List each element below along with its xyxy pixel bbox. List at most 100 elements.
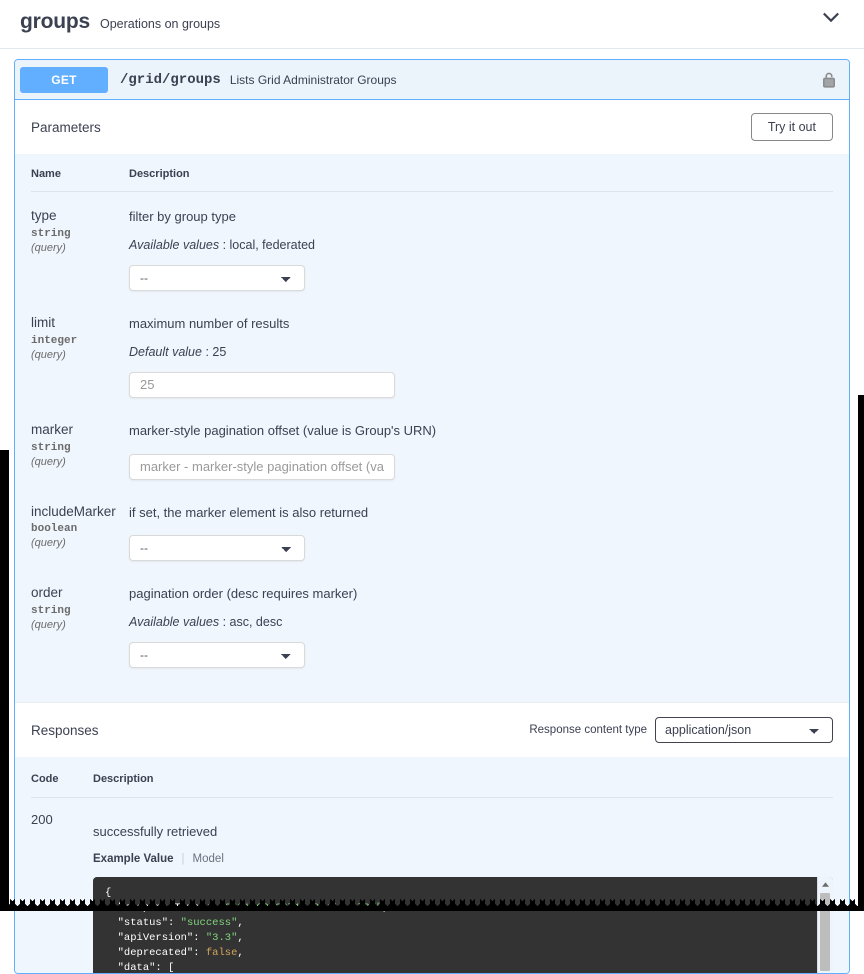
parameters-table: Name Description type string (query) fil…	[31, 154, 833, 676]
parameter-meta: Available values : local, federated	[129, 238, 833, 252]
operation-summary[interactable]: GET /grid/groups Lists Grid Administrato…	[15, 60, 849, 100]
parameter-location: (query)	[31, 537, 129, 549]
parameter-control: --	[129, 535, 833, 561]
parameter-select-order[interactable]: --	[129, 642, 305, 668]
code-block-scrollbar[interactable]	[817, 877, 833, 973]
parameter-meta-value: asc, desc	[230, 615, 283, 629]
parameters-header: Parameters Try it out	[15, 100, 849, 154]
parameter-meta-label: Available values	[129, 615, 219, 629]
parameter-select-includemarker[interactable]: --	[129, 535, 305, 561]
parameters-table-wrapper: Name Description type string (query) fil…	[15, 154, 849, 702]
parameter-name-cell: includeMarker boolean (query)	[31, 488, 129, 570]
torn-edge-left	[0, 450, 9, 911]
parameter-name: order	[31, 585, 129, 602]
parameter-description: if set, the marker element is also retur…	[129, 504, 833, 523]
parameter-input-marker[interactable]	[129, 454, 395, 480]
parameter-location: (query)	[31, 242, 129, 254]
parameter-description: pagination order (desc requires marker)	[129, 585, 833, 604]
parameter-meta-value: 25	[212, 345, 226, 359]
responses-header: Responses Response content type applicat…	[15, 702, 849, 757]
json-value-deprecated: false	[206, 947, 238, 959]
try-it-out-button[interactable]: Try it out	[751, 113, 833, 141]
response-code: 200	[31, 812, 93, 827]
parameter-control	[129, 372, 833, 398]
responses-title: Responses	[31, 723, 99, 738]
response-description: successfully retrieved	[93, 824, 833, 839]
swagger-page: groups Operations on groups GET /grid/gr…	[0, 0, 864, 911]
parameter-control	[129, 454, 833, 480]
parameter-location: (query)	[31, 619, 129, 631]
json-value-apiversion: "3.3"	[206, 932, 238, 944]
parameter-name: includeMarker	[31, 504, 129, 521]
parameters-table-header-row: Name Description	[31, 154, 833, 192]
example-model-tabs: Example Value | Model	[93, 853, 833, 865]
parameter-meta-separator: :	[219, 238, 229, 252]
responses-table-header-row: Code Description	[31, 757, 833, 798]
parameter-name: limit	[31, 315, 129, 332]
parameter-name-cell: order string (query)	[31, 569, 129, 676]
parameter-meta: Default value : 25	[129, 345, 833, 359]
parameter-name: type	[31, 208, 129, 225]
parameter-description: maximum number of results	[129, 315, 833, 334]
response-content-type-group: Response content type application/json	[529, 717, 833, 743]
parameter-type: string	[31, 605, 129, 617]
tab-divider: |	[182, 853, 185, 865]
parameter-row-order: order string (query) pagination order (d…	[31, 569, 833, 676]
responses-table-wrapper: Code Description 200 successfully retrie…	[15, 757, 849, 973]
http-method-badge: GET	[20, 67, 108, 93]
parameter-meta-label: Default value	[129, 345, 202, 359]
parameter-type: string	[31, 442, 129, 454]
operation-description: Lists Grid Administrator Groups	[230, 73, 397, 87]
parameter-meta: Available values : asc, desc	[129, 615, 833, 629]
tag-header[interactable]: groups Operations on groups	[0, 0, 864, 49]
example-response-json: { "responseTime": "2021-03-29T14:22:19.6…	[93, 877, 833, 973]
parameter-type: string	[31, 228, 129, 240]
parameter-name: marker	[31, 422, 129, 439]
column-header-description: Description	[129, 154, 833, 192]
responses-table: Code Description 200 successfully retrie…	[31, 757, 833, 973]
chevron-down-icon[interactable]	[820, 6, 842, 28]
parameter-type: integer	[31, 335, 129, 347]
parameter-location: (query)	[31, 456, 129, 468]
lock-icon[interactable]	[821, 71, 837, 89]
parameter-description-cell: marker-style pagination offset (value is…	[129, 406, 833, 488]
response-content-type-select[interactable]: application/json	[655, 717, 833, 743]
parameter-name-cell: limit integer (query)	[31, 299, 129, 406]
torn-edge-bottom	[0, 897, 864, 911]
parameter-name-cell: type string (query)	[31, 192, 129, 299]
parameters-title: Parameters	[31, 120, 101, 135]
parameter-meta-label: Available values	[129, 238, 219, 252]
parameter-meta-value: local, federated	[230, 238, 315, 252]
torn-edge-right	[858, 395, 864, 911]
tab-model[interactable]: Model	[193, 853, 224, 865]
parameter-row-marker: marker string (query) marker-style pagin…	[31, 406, 833, 488]
parameter-select-type[interactable]: --	[129, 265, 305, 291]
parameter-type: boolean	[31, 523, 129, 535]
column-header-name: Name	[31, 154, 129, 192]
parameter-description: filter by group type	[129, 208, 833, 227]
operation-path: /grid/groups	[120, 72, 221, 88]
parameter-location: (query)	[31, 349, 129, 361]
parameter-name-cell: marker string (query)	[31, 406, 129, 488]
page-title: groups	[20, 10, 90, 34]
column-header-description: Description	[93, 757, 833, 798]
parameter-description-cell: if set, the marker element is also retur…	[129, 488, 833, 570]
parameter-row-includemarker: includeMarker boolean (query) if set, th…	[31, 488, 833, 570]
response-description-cell: successfully retrieved Example Value | M…	[93, 798, 833, 974]
column-header-code: Code	[31, 757, 93, 798]
parameter-input-limit[interactable]	[129, 372, 395, 398]
response-row-200: 200 successfully retrieved Example Value…	[31, 798, 833, 974]
operation-block-get-grid-groups: GET /grid/groups Lists Grid Administrato…	[14, 59, 850, 974]
response-code-cell: 200	[31, 798, 93, 974]
response-content-type-label: Response content type	[529, 724, 647, 736]
parameter-description: marker-style pagination offset (value is…	[129, 422, 833, 441]
parameter-row-limit: limit integer (query) maximum number of …	[31, 299, 833, 406]
tag-description: Operations on groups	[100, 17, 220, 31]
parameter-description-cell: maximum number of results Default value …	[129, 299, 833, 406]
parameter-control: --	[129, 265, 833, 291]
example-response-code-block[interactable]: { "responseTime": "2021-03-29T14:22:19.6…	[93, 877, 833, 973]
parameter-meta-separator: :	[202, 345, 212, 359]
scroll-up-icon[interactable]	[818, 877, 833, 891]
json-value-status: "success"	[181, 917, 238, 929]
tab-example-value[interactable]: Example Value	[93, 853, 174, 865]
